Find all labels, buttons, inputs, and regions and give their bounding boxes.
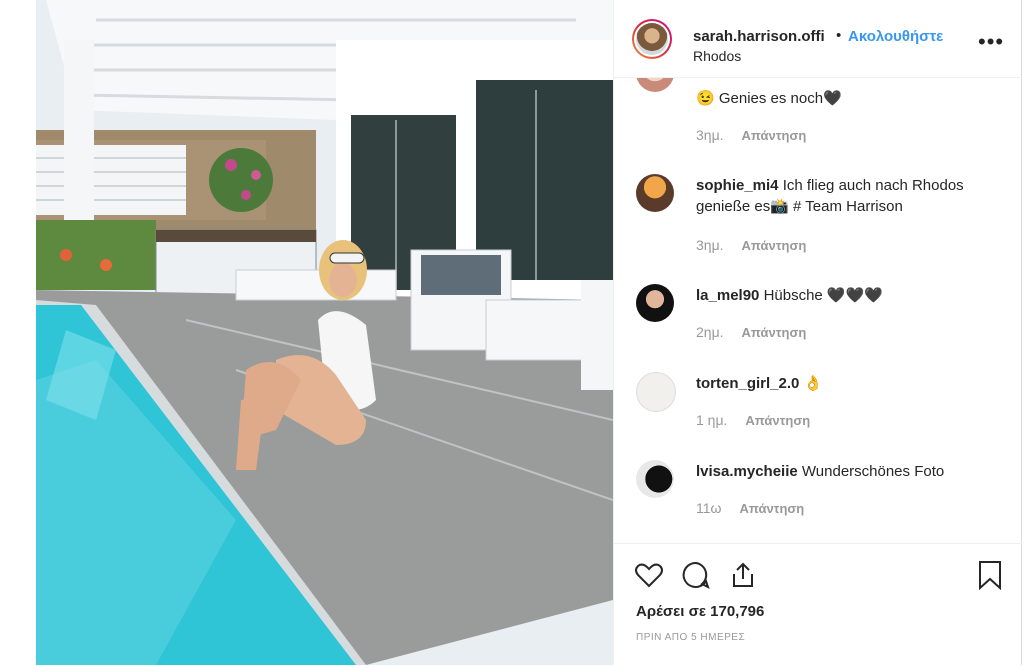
comments-list[interactable]: 😉 Genies es noch🖤 3ημ. Απάντηση sophie_mi… (614, 78, 1022, 543)
reply-button[interactable]: Απάντηση (742, 238, 807, 253)
reply-button[interactable]: Απάντηση (739, 501, 804, 516)
commenter-avatar[interactable] (636, 284, 674, 322)
commenter-username[interactable]: sophie_mi4 (696, 177, 779, 194)
comment-text: torten_girl_2.0 👌 (696, 375, 823, 392)
post-modal: sarah.harrison.offi • Ακολουθήστε Rhodos… (36, 0, 1022, 665)
avatar-image (636, 23, 668, 55)
commenter-username[interactable]: lvisa.mycheiie (696, 463, 798, 480)
commenter-avatar[interactable] (636, 460, 674, 498)
commenter-username[interactable]: la_mel90 (696, 287, 759, 304)
comment-time[interactable]: 1 ημ. (696, 412, 727, 428)
post-actions: Αρέσει σε 170,796 ΠΡΙΝ ΑΠΟ 5 ΗΜΕΡΕΣ (614, 543, 1022, 666)
post-header: sarah.harrison.offi • Ακολουθήστε Rhodos… (614, 0, 1022, 78)
comment-meta: 3ημ. Απάντηση (696, 127, 806, 143)
separator-dot: • (836, 27, 842, 44)
author-username[interactable]: sarah.harrison.offi (693, 28, 825, 45)
comment-meta: 3ημ. Απάντηση (696, 237, 806, 253)
comment-text: la_mel90 Hübsche 🖤🖤🖤 (696, 287, 883, 304)
commenter-avatar[interactable] (636, 372, 676, 412)
comment-time[interactable]: 3ημ. (696, 237, 724, 253)
comment-text: sophie_mi4 Ich flieg auch nach Rhodos ge… (696, 177, 964, 215)
comment-time[interactable]: 2ημ. (696, 324, 724, 340)
comment-meta: 1 ημ. Απάντηση (696, 412, 810, 428)
reply-button[interactable]: Απάντηση (742, 325, 807, 340)
likes-count[interactable]: Αρέσει σε 170,796 (636, 603, 764, 620)
commenter-avatar[interactable] (636, 174, 674, 212)
comment-text: lvisa.mycheiie Wunderschönes Foto (696, 463, 945, 480)
heart-icon[interactable] (634, 560, 664, 590)
post-sidebar: sarah.harrison.offi • Ακολουθήστε Rhodos… (613, 0, 1022, 665)
reply-button[interactable]: Απάντηση (745, 413, 810, 428)
avatar[interactable] (632, 19, 672, 59)
commenter-avatar[interactable] (636, 78, 674, 92)
post-timestamp[interactable]: ΠΡΙΝ ΑΠΟ 5 ΗΜΕΡΕΣ (636, 632, 745, 643)
pool-scene-image (36, 0, 613, 665)
comment-icon[interactable] (681, 560, 711, 590)
location-link[interactable]: Rhodos (693, 48, 741, 64)
comment-meta: 11ω Απάντηση (696, 500, 804, 516)
comment-meta: 2ημ. Απάντηση (696, 324, 806, 340)
share-icon[interactable] (728, 560, 758, 590)
bookmark-icon[interactable] (975, 560, 1005, 590)
comment-text: 😉 Genies es noch🖤 (696, 90, 842, 107)
ellipsis-icon[interactable]: ••• (978, 29, 1004, 55)
comment-time[interactable]: 11ω (696, 500, 721, 516)
post-photo[interactable] (36, 0, 613, 665)
comment-time[interactable]: 3ημ. (696, 127, 724, 143)
reply-button[interactable]: Απάντηση (742, 128, 807, 143)
follow-button[interactable]: Ακολουθήστε (848, 28, 943, 45)
commenter-username[interactable]: torten_girl_2.0 (696, 375, 799, 392)
